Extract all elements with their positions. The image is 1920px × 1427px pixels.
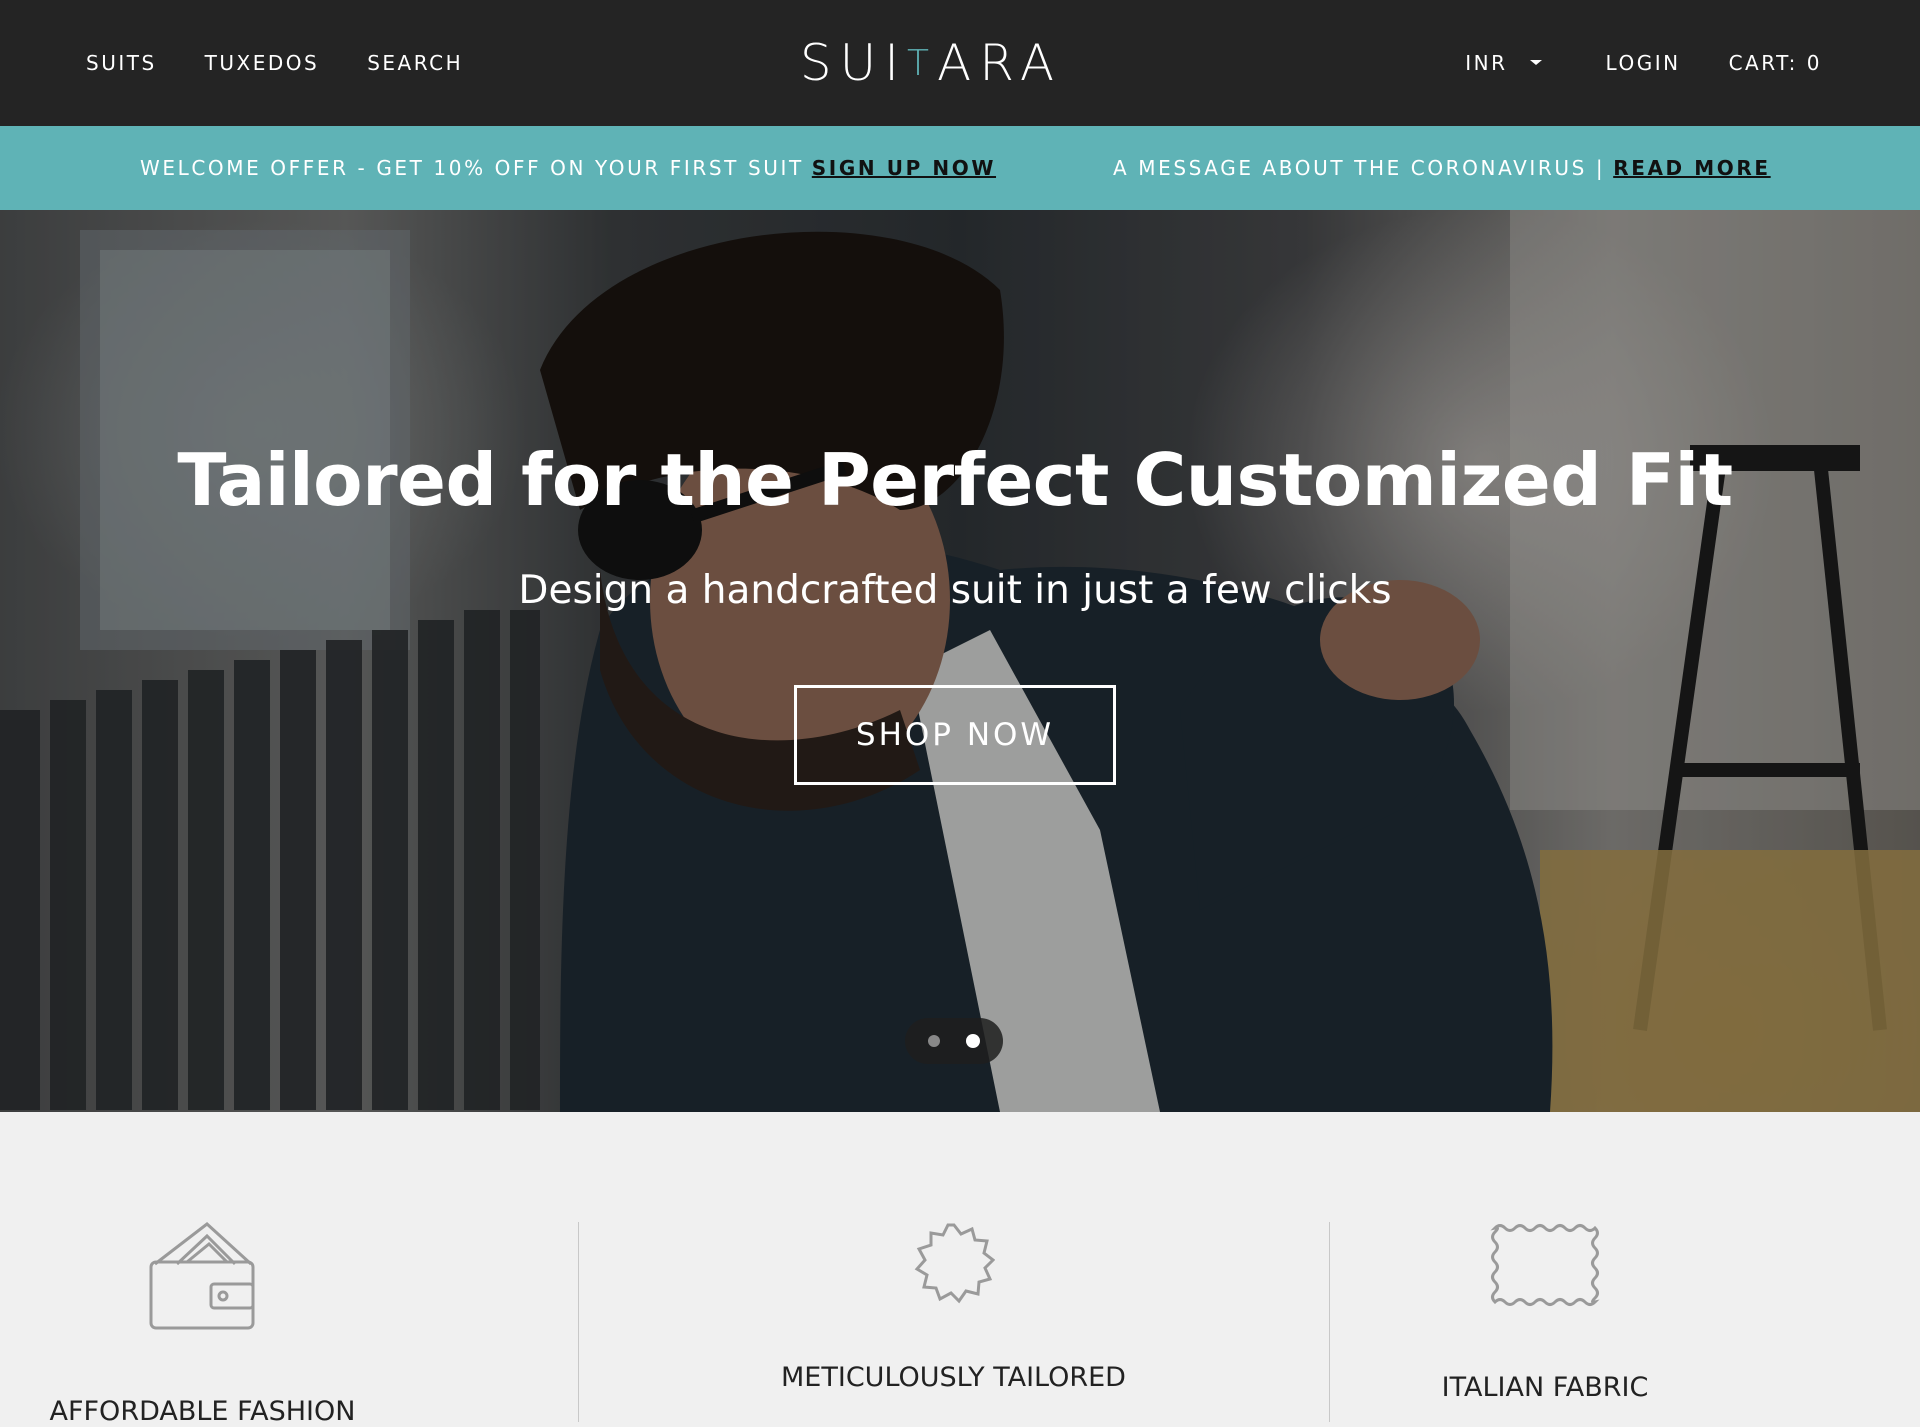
feature-label: ITALIAN FABRIC <box>1441 1372 1649 1403</box>
logo-text-end: ARA <box>936 34 1063 92</box>
sign-up-link[interactable]: SIGN UP NOW <box>812 156 996 180</box>
carousel-dot-2[interactable] <box>966 1034 980 1048</box>
carousel-dot-1[interactable] <box>928 1035 940 1047</box>
chevron-down-icon <box>1529 59 1542 65</box>
logo-text-start: SUI <box>799 34 907 92</box>
feature-affordable-fashion: AFFORDABLE FASHION <box>0 1222 405 1427</box>
badge-icon <box>914 1223 995 1304</box>
read-more-link[interactable]: READ MORE <box>1613 156 1770 180</box>
carousel-dots <box>905 1018 1003 1064</box>
wallet-icon <box>149 1222 255 1330</box>
currency-value: INR <box>1465 51 1508 75</box>
coronavirus-message: A MESSAGE ABOUT THE CORONAVIRUS | READ M… <box>1113 126 1771 210</box>
welcome-offer-text: WELCOME OFFER - GET 10% OFF ON YOUR FIRS… <box>140 156 804 180</box>
hero-subtitle: Design a handcrafted suit in just a few … <box>518 568 1392 613</box>
features-section: AFFORDABLE FASHION METICULOUSLY TAILORED… <box>0 1112 1920 1427</box>
hero-title: Tailored for the Perfect Customized Fit <box>177 438 1733 522</box>
hero-overlay <box>0 210 1920 1112</box>
welcome-offer: WELCOME OFFER - GET 10% OFF ON YOUR FIRS… <box>140 126 996 210</box>
currency-selector[interactable]: INR <box>1465 51 1542 75</box>
fabric-swatch-icon <box>1490 1224 1600 1306</box>
nav-tuxedos[interactable]: TUXEDOS <box>205 51 320 75</box>
feature-italian-fabric: ITALIAN FABRIC <box>1175 1222 1915 1403</box>
login-link[interactable]: LOGIN <box>1606 51 1681 75</box>
logo-t-mark: T <box>906 42 937 84</box>
nav-search[interactable]: SEARCH <box>367 51 463 75</box>
announcement-bar: WELCOME OFFER - GET 10% OFF ON YOUR FIRS… <box>0 126 1920 210</box>
site-logo[interactable]: SUI T ARA <box>786 34 1076 92</box>
feature-label: AFFORDABLE FASHION <box>49 1396 356 1427</box>
coronavirus-text: A MESSAGE ABOUT THE CORONAVIRUS | <box>1113 156 1606 180</box>
main-nav: SUITS TUXEDOS SEARCH <box>86 0 463 126</box>
hero-banner: Tailored for the Perfect Customized Fit … <box>0 210 1920 1112</box>
cart-link[interactable]: CART: 0 <box>1729 51 1822 75</box>
nav-suits[interactable]: SUITS <box>86 51 157 75</box>
site-header: SUITS TUXEDOS SEARCH SUI T ARA INR LOGIN C… <box>0 0 1920 126</box>
shop-now-button[interactable]: SHOP NOW <box>794 685 1116 785</box>
user-nav: INR LOGIN CART: 0 <box>1465 0 1822 126</box>
